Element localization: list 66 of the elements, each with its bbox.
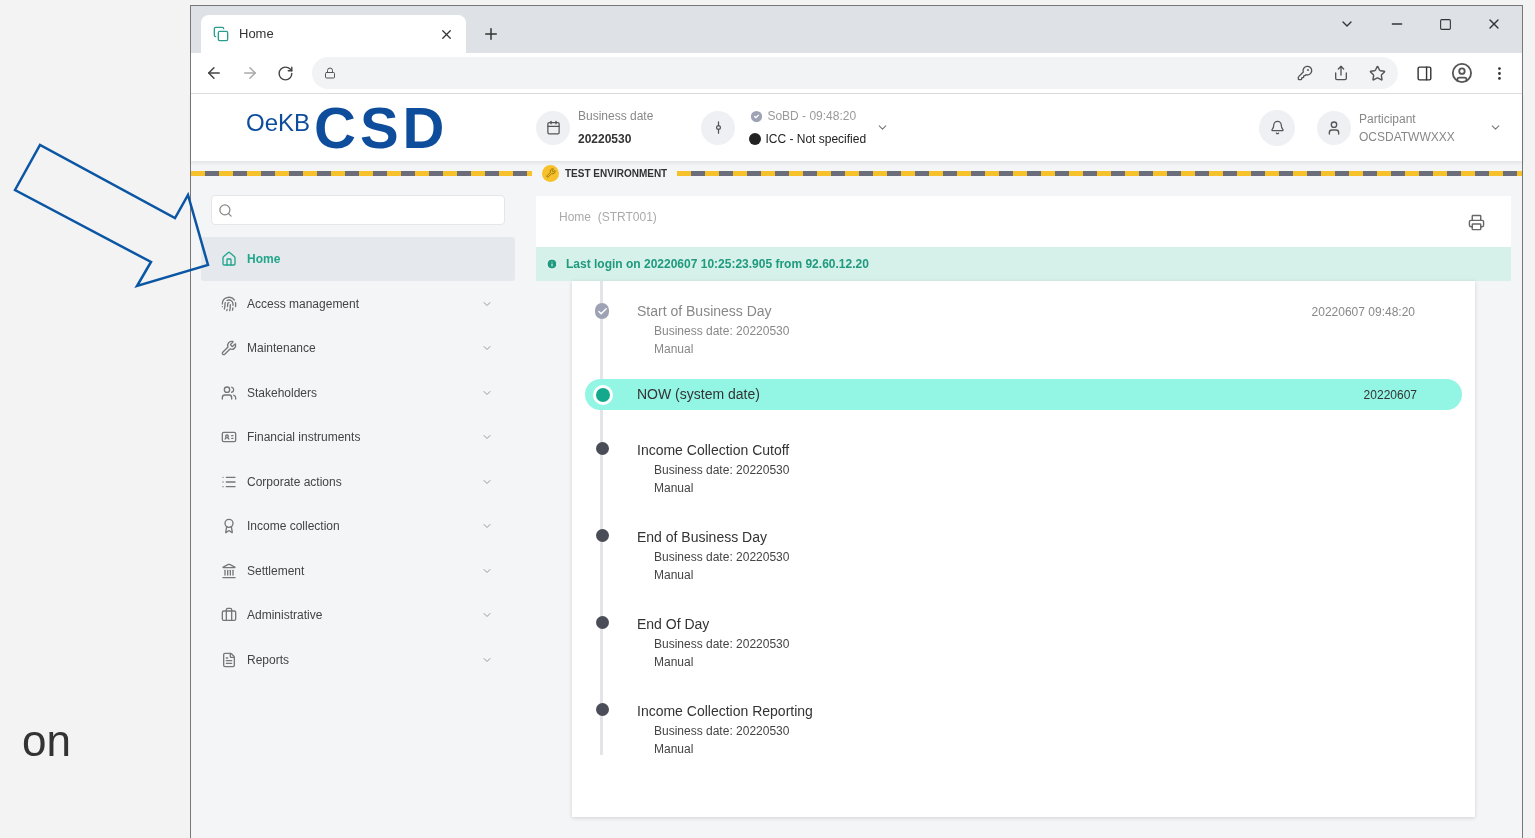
event-detail: Manual: [654, 480, 695, 497]
home-icon: [221, 251, 237, 267]
sidebar-item[interactable]: Stakeholders: [201, 370, 515, 415]
environment-banner: TEST ENVIRONMENT: [532, 164, 678, 182]
bank-icon: [221, 562, 237, 579]
calendar-icon: [545, 120, 561, 135]
reload-icon[interactable]: [276, 64, 294, 82]
new-tab-icon[interactable]: [482, 25, 500, 43]
business-date: 20220530: [578, 131, 633, 148]
site-icon: [213, 26, 229, 42]
people-icon: [221, 384, 237, 401]
search-field[interactable]: [211, 195, 505, 225]
user-id: OCSDATWWXXX: [1359, 128, 1456, 146]
sidebar-item[interactable]: Maintenance: [201, 326, 515, 370]
event-time: 20220607 09:48:20: [1311, 304, 1415, 321]
event-detail: Business date: 20220530: [654, 323, 791, 340]
bell-icon: [1269, 120, 1285, 135]
maximize-icon[interactable]: [1439, 17, 1452, 31]
event-time: 20220607: [1363, 386, 1417, 404]
wrench-icon: [221, 340, 237, 356]
event-title: Income Collection Reporting: [637, 702, 814, 721]
event-title: End of Business Day: [637, 528, 768, 547]
event-detail: Business date: 20220530: [654, 636, 791, 653]
event-detail: Business date: 20220530: [654, 723, 791, 740]
event-detail: Manual: [654, 341, 695, 358]
share-icon[interactable]: [1333, 65, 1350, 81]
search-icon: [218, 202, 233, 218]
user-role: Participant: [1359, 110, 1417, 128]
event-title: End Of Day: [637, 615, 711, 634]
icc-status: ICC - Not specified: [765, 131, 867, 148]
event-detail: Manual: [654, 567, 695, 584]
user-icon: [1326, 119, 1342, 136]
sidebar-item[interactable]: Reports: [201, 637, 515, 682]
event-detail: Business date: 20220530: [654, 462, 791, 479]
last-login-notice: Last login on 20220607 10:25:23.905 from 92.60.12.20: [566, 256, 869, 273]
side-panel-icon[interactable]: [1416, 64, 1434, 82]
award-icon: [221, 518, 237, 534]
profile-icon[interactable]: [1451, 62, 1474, 84]
fingerprint-icon: [221, 295, 237, 312]
star-icon[interactable]: [1369, 64, 1387, 82]
sidebar-item[interactable]: Settlement: [201, 548, 515, 593]
key-icon[interactable]: [1297, 65, 1314, 81]
slide-text: on: [22, 719, 72, 763]
browser-tab[interactable]: Home: [201, 15, 466, 53]
event-detail: Manual: [654, 741, 695, 758]
info-icon: [546, 258, 558, 270]
lock-icon: [323, 67, 336, 79]
sidebar-item[interactable]: Administrative: [201, 593, 515, 637]
back-icon[interactable]: [205, 64, 223, 82]
sidebar-item[interactable]: Access management: [201, 281, 515, 326]
sidebar-item[interactable]: Income collection: [201, 504, 515, 548]
printer-icon[interactable]: [1468, 214, 1485, 231]
event-title: Income Collection Cutoff: [637, 441, 791, 460]
event-title: Start of Business Day: [637, 302, 773, 321]
sidebar-item[interactable]: Financial instruments: [201, 415, 515, 459]
business-date-label: Business date: [578, 108, 654, 125]
event-title: NOW (system date): [637, 385, 761, 404]
breadcrumb: Home (STRT001): [559, 209, 658, 226]
document-icon: [221, 651, 237, 668]
status-line: SoBD - 09:48:20: [767, 108, 857, 125]
briefcase-icon: [221, 607, 237, 623]
sidebar-item[interactable]: Corporate actions: [201, 459, 515, 504]
event-detail: Business date: 20220530: [654, 549, 791, 566]
id-card-icon: [221, 429, 237, 445]
notifications-button[interactable]: [1259, 109, 1295, 146]
event-detail: Manual: [654, 654, 695, 671]
